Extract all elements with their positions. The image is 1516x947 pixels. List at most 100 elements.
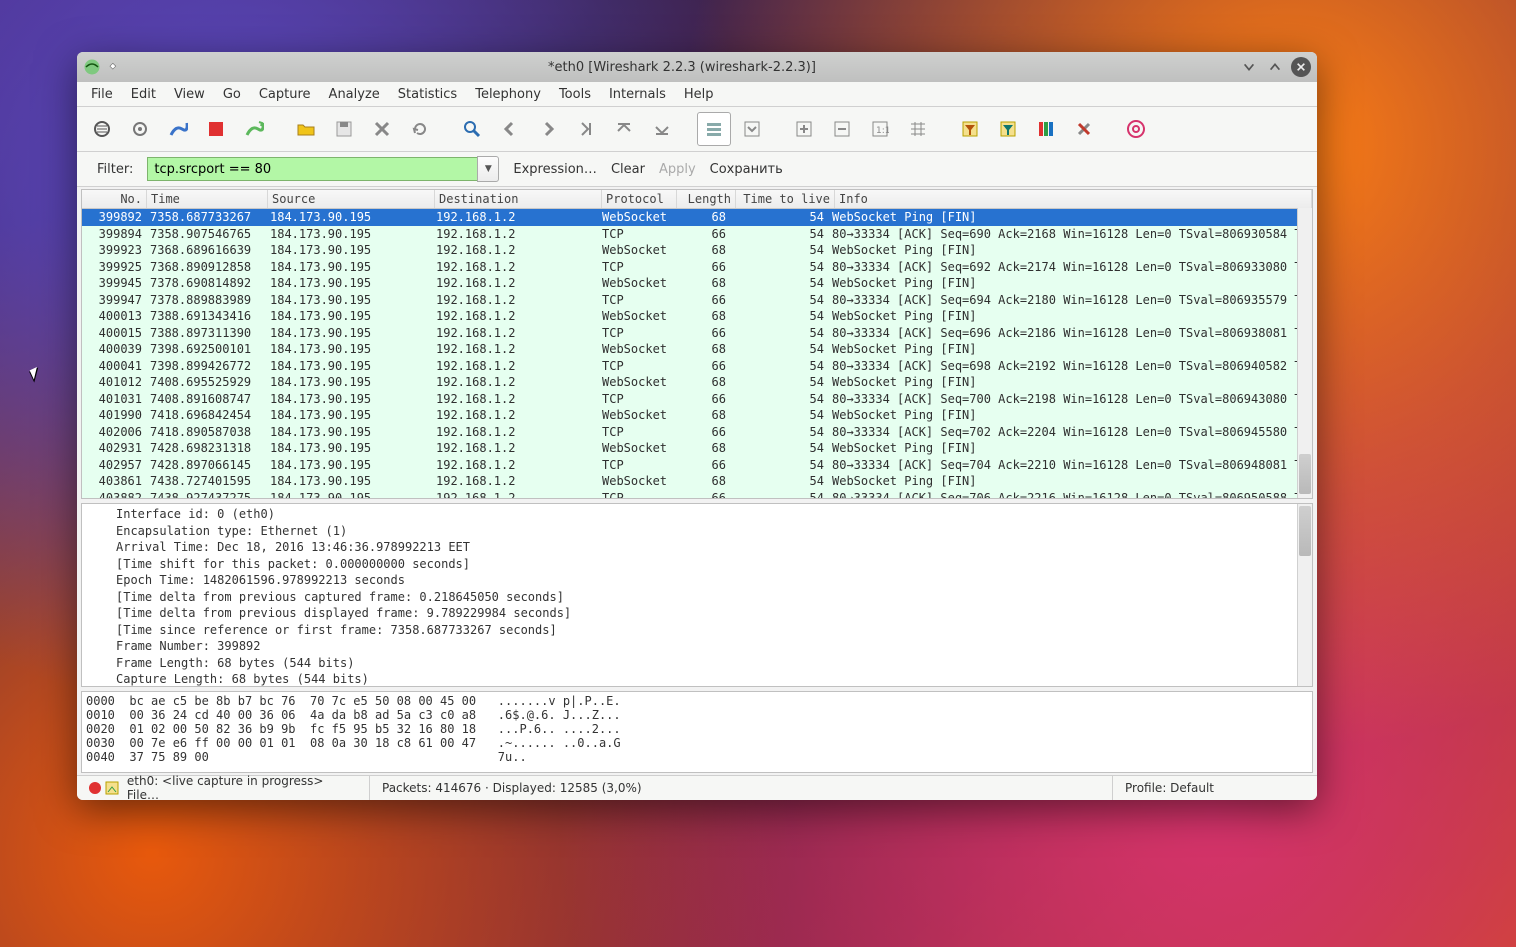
menu-tools[interactable]: Tools	[551, 85, 599, 104]
packet-row[interactable]: 4019907418.696842454184.173.90.195192.16…	[82, 407, 1312, 424]
menu-analyze[interactable]: Analyze	[321, 85, 388, 104]
svg-text:1:1: 1:1	[876, 126, 889, 136]
preferences-icon[interactable]	[1067, 112, 1101, 146]
detail-line[interactable]: Frame Number: 399892	[116, 638, 1312, 655]
reload-icon[interactable]	[403, 112, 437, 146]
packet-row[interactable]: 4038617438.727401595184.173.90.195192.16…	[82, 473, 1312, 490]
find-packet-icon[interactable]	[455, 112, 489, 146]
go-back-icon[interactable]	[493, 112, 527, 146]
menu-capture[interactable]: Capture	[251, 85, 319, 104]
capture-options-icon[interactable]	[123, 112, 157, 146]
menu-internals[interactable]: Internals	[601, 85, 674, 104]
packet-list-body[interactable]: 3998927358.687733267184.173.90.195192.16…	[82, 209, 1312, 499]
go-last-icon[interactable]	[645, 112, 679, 146]
column-header[interactable]: Time to live	[736, 190, 835, 208]
resize-columns-icon[interactable]	[901, 112, 935, 146]
filter-input[interactable]	[147, 157, 478, 181]
packet-details-pane[interactable]: Interface id: 0 (eth0)Encapsulation type…	[81, 503, 1313, 687]
packet-row[interactable]: 3999477378.889883989184.173.90.195192.16…	[82, 292, 1312, 309]
packet-row[interactable]: 4029577428.897066145184.173.90.195192.16…	[82, 457, 1312, 474]
detail-line[interactable]: [Time delta from previous displayed fram…	[116, 605, 1312, 622]
detail-line[interactable]: [Time delta from previous captured frame…	[116, 589, 1312, 606]
go-forward-icon[interactable]	[531, 112, 565, 146]
menu-help[interactable]: Help	[676, 85, 722, 104]
colorize-packets-icon[interactable]	[697, 112, 731, 146]
menu-edit[interactable]: Edit	[123, 85, 164, 104]
packet-list-header[interactable]: No.TimeSourceDestinationProtocolLengthTi…	[82, 190, 1312, 209]
filter-save-button[interactable]: Сохранить	[710, 162, 783, 177]
main-toolbar: 1:1	[77, 107, 1317, 152]
packet-row[interactable]: 4010317408.891608747184.173.90.195192.16…	[82, 391, 1312, 408]
column-header[interactable]: Time	[147, 190, 268, 208]
hex-dump-pane[interactable]: 0000 bc ae c5 be 8b b7 bc 76 70 7c e5 50…	[81, 691, 1313, 773]
menubar: FileEditViewGoCaptureAnalyzeStatisticsTe…	[77, 82, 1317, 107]
menu-file[interactable]: File	[83, 85, 121, 104]
filter-clear-button[interactable]: Clear	[611, 162, 645, 177]
detail-line[interactable]: Epoch Time: 1482061596.978992213 seconds	[116, 572, 1312, 589]
packet-row[interactable]: 4020067418.890587038184.173.90.195192.16…	[82, 424, 1312, 441]
detail-line[interactable]: Frame Length: 68 bytes (544 bits)	[116, 655, 1312, 672]
scroll-thumb[interactable]	[1299, 506, 1311, 556]
detail-line[interactable]: Encapsulation type: Ethernet (1)	[116, 523, 1312, 540]
column-header[interactable]: Info	[835, 190, 1312, 208]
pin-icon[interactable]	[107, 58, 125, 76]
menu-statistics[interactable]: Statistics	[390, 85, 465, 104]
detail-line[interactable]: [Time shift for this packet: 0.000000000…	[116, 556, 1312, 573]
packet-row[interactable]: 3999257368.890912858184.173.90.195192.16…	[82, 259, 1312, 276]
status-capture-text: eth0: <live capture in progress> File…	[127, 774, 357, 802]
go-first-icon[interactable]	[607, 112, 641, 146]
zoom-reset-icon[interactable]: 1:1	[863, 112, 897, 146]
detail-line[interactable]: Capture Length: 68 bytes (544 bits)	[116, 671, 1312, 687]
close-button[interactable]	[1291, 57, 1311, 77]
capture-running-icon	[89, 782, 101, 794]
detail-line[interactable]: [Time since reference or first frame: 73…	[116, 622, 1312, 639]
packet-row[interactable]: 4000137388.691343416184.173.90.195192.16…	[82, 308, 1312, 325]
packet-row[interactable]: 3999457378.690814892184.173.90.195192.16…	[82, 275, 1312, 292]
packet-row[interactable]: 4038827438.927437275184.173.90.195192.16…	[82, 490, 1312, 500]
filter-apply-button[interactable]: Apply	[659, 162, 696, 177]
maximize-button[interactable]	[1265, 57, 1285, 77]
menu-telephony[interactable]: Telephony	[467, 85, 549, 104]
save-file-icon[interactable]	[327, 112, 361, 146]
minimize-button[interactable]	[1239, 57, 1259, 77]
filter-dropdown-icon[interactable]: ▼	[477, 156, 499, 182]
packet-row[interactable]: 3998927358.687733267184.173.90.195192.16…	[82, 209, 1312, 226]
restart-capture-icon[interactable]	[237, 112, 271, 146]
capture-filters-icon[interactable]	[953, 112, 987, 146]
start-capture-icon[interactable]	[161, 112, 195, 146]
menu-view[interactable]: View	[166, 85, 213, 104]
packet-row[interactable]: 4000157388.897311390184.173.90.195192.16…	[82, 325, 1312, 342]
column-header[interactable]: Protocol	[602, 190, 677, 208]
packet-row[interactable]: 3998947358.907546765184.173.90.195192.16…	[82, 226, 1312, 243]
details-scrollbar[interactable]	[1297, 504, 1312, 686]
status-profile-text[interactable]: Profile: Default	[1125, 781, 1214, 795]
interfaces-list-icon[interactable]	[85, 112, 119, 146]
display-filters-icon[interactable]	[991, 112, 1025, 146]
filter-toolbar: Filter: ▼ Expression… Clear Apply Сохран…	[77, 152, 1317, 187]
column-header[interactable]: Destination	[435, 190, 602, 208]
close-file-icon[interactable]	[365, 112, 399, 146]
detail-line[interactable]: Interface id: 0 (eth0)	[116, 506, 1312, 523]
packet-row[interactable]: 4010127408.695525929184.173.90.195192.16…	[82, 374, 1312, 391]
expert-info-icon[interactable]	[105, 781, 119, 795]
column-header[interactable]: Length	[677, 190, 736, 208]
column-header[interactable]: No.	[82, 190, 147, 208]
help-icon[interactable]	[1119, 112, 1153, 146]
packet-row[interactable]: 4000417398.899426772184.173.90.195192.16…	[82, 358, 1312, 375]
go-to-packet-icon[interactable]	[569, 112, 603, 146]
filter-expression-button[interactable]: Expression…	[513, 162, 597, 177]
zoom-out-icon[interactable]	[825, 112, 859, 146]
zoom-in-icon[interactable]	[787, 112, 821, 146]
packet-row[interactable]: 3999237368.689616639184.173.90.195192.16…	[82, 242, 1312, 259]
scroll-thumb[interactable]	[1299, 454, 1311, 494]
packet-row[interactable]: 4000397398.692500101184.173.90.195192.16…	[82, 341, 1312, 358]
coloring-rules-icon[interactable]	[1029, 112, 1063, 146]
auto-scroll-icon[interactable]	[735, 112, 769, 146]
detail-line[interactable]: Arrival Time: Dec 18, 2016 13:46:36.9789…	[116, 539, 1312, 556]
stop-capture-icon[interactable]	[199, 112, 233, 146]
packet-list-scrollbar[interactable]	[1297, 208, 1312, 498]
menu-go[interactable]: Go	[215, 85, 249, 104]
column-header[interactable]: Source	[268, 190, 435, 208]
open-file-icon[interactable]	[289, 112, 323, 146]
packet-row[interactable]: 4029317428.698231318184.173.90.195192.16…	[82, 440, 1312, 457]
